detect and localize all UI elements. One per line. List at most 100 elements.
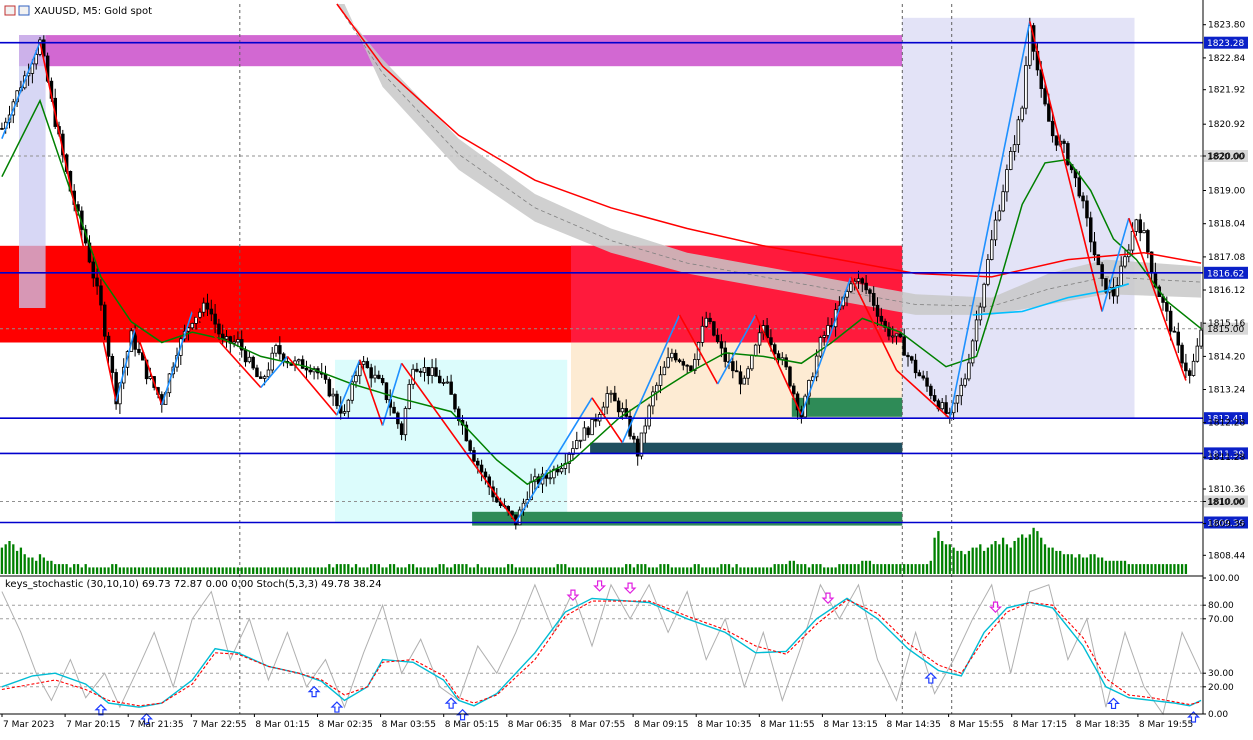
stochastic-layer bbox=[0, 575, 1203, 725]
indicator-label: keys_stochastic (30,10,10) 69.73 72.87 0… bbox=[5, 579, 382, 590]
candle-body bbox=[369, 367, 373, 379]
candle-body bbox=[1130, 230, 1135, 251]
candle-body bbox=[335, 393, 339, 407]
candle bbox=[1066, 141, 1070, 167]
candle-body bbox=[959, 384, 964, 397]
candle bbox=[571, 441, 575, 461]
candle-body bbox=[917, 372, 922, 377]
buy-arrow-icon bbox=[456, 708, 469, 721]
candle-body bbox=[308, 369, 312, 373]
candle-body bbox=[879, 315, 884, 322]
candle-body bbox=[750, 354, 754, 370]
candle-body bbox=[99, 285, 103, 306]
candle bbox=[1195, 338, 1200, 363]
candle-body bbox=[715, 334, 720, 343]
candle bbox=[1138, 213, 1143, 242]
sell-arrow-icon bbox=[623, 582, 637, 594]
y-tick-label: 1823.80 bbox=[1208, 21, 1245, 31]
candle-body bbox=[1149, 251, 1154, 273]
candle-body bbox=[1119, 265, 1123, 287]
window-icons[interactable] bbox=[4, 5, 30, 16]
candle-body bbox=[894, 333, 899, 337]
candle-body bbox=[422, 366, 427, 373]
candle-body bbox=[1180, 344, 1184, 364]
y-tick-label: 1809.36 bbox=[1208, 520, 1245, 530]
candle-body bbox=[0, 127, 4, 130]
candle-body bbox=[578, 439, 583, 442]
candle-body bbox=[441, 381, 446, 384]
candle-body bbox=[970, 340, 975, 364]
candle-body bbox=[278, 345, 282, 355]
candle-body bbox=[297, 359, 301, 362]
candle-body bbox=[327, 379, 332, 397]
level-tag: 1816.62 bbox=[1207, 269, 1244, 279]
candle-body bbox=[255, 367, 259, 378]
candle bbox=[1180, 342, 1184, 369]
candle-body bbox=[590, 418, 594, 436]
x-tick-label: 8 Mar 15:55 bbox=[950, 720, 1004, 730]
candle bbox=[255, 364, 259, 378]
candle-body bbox=[1199, 329, 1203, 347]
candle-body bbox=[1085, 200, 1089, 219]
candle-body bbox=[137, 348, 141, 354]
candle-body bbox=[997, 210, 1002, 221]
candle-body bbox=[940, 402, 945, 410]
chart-bars-icon[interactable] bbox=[18, 5, 30, 16]
chart-root[interactable]: 1823.28 1816.62 1812.41 1811.39 1809.39 1820.… bbox=[0, 0, 1253, 736]
candle-body bbox=[380, 377, 385, 384]
candle bbox=[586, 426, 590, 438]
candle bbox=[1187, 368, 1192, 384]
candle bbox=[582, 421, 587, 441]
candle-body bbox=[1165, 301, 1169, 312]
candle bbox=[578, 439, 583, 449]
zone-demand bbox=[472, 511, 903, 526]
chart-list-icon[interactable] bbox=[4, 5, 16, 16]
candle-body bbox=[575, 440, 579, 449]
candle-body bbox=[559, 467, 564, 473]
candle-body bbox=[475, 460, 480, 466]
candle-body bbox=[407, 383, 411, 409]
candle bbox=[575, 431, 579, 450]
candle-body bbox=[990, 239, 994, 260]
candle-body bbox=[818, 337, 823, 357]
candle bbox=[590, 418, 594, 436]
candle bbox=[316, 366, 320, 380]
y-tick-label: 1816.12 bbox=[1208, 286, 1245, 296]
candle bbox=[788, 365, 792, 388]
candle-body bbox=[342, 411, 347, 414]
candle-body bbox=[1092, 241, 1097, 256]
x-tick-label: 8 Mar 18:35 bbox=[1076, 720, 1130, 730]
candle-body bbox=[1077, 177, 1082, 197]
chart-canvas[interactable]: 1823.281816.621812.411811.391809.391820.… bbox=[0, 0, 1253, 736]
y-tick-label: 1813.24 bbox=[1208, 386, 1245, 396]
candle bbox=[1020, 105, 1024, 123]
candle-body bbox=[479, 464, 484, 473]
candle bbox=[1142, 222, 1146, 234]
y-tick-label: 1817.08 bbox=[1208, 253, 1245, 263]
buy-arrow-icon bbox=[307, 685, 321, 698]
candle-body bbox=[392, 406, 396, 414]
candle-body bbox=[1009, 150, 1013, 170]
candle-body bbox=[205, 302, 210, 310]
candle bbox=[643, 417, 648, 444]
candle-body bbox=[258, 376, 263, 379]
candle-body bbox=[354, 375, 358, 383]
candle-body bbox=[247, 356, 252, 363]
stoch-y-tick-label: 70.00 bbox=[1208, 615, 1234, 625]
candle-body bbox=[262, 376, 267, 379]
y-tick-label: 1810.36 bbox=[1208, 485, 1245, 495]
candle-body bbox=[198, 311, 202, 318]
stoch-y-tick-label: 100.00 bbox=[1208, 574, 1240, 584]
candle-body bbox=[365, 361, 370, 369]
candle bbox=[632, 432, 636, 444]
candle-body bbox=[1047, 103, 1051, 122]
candle-body bbox=[872, 292, 876, 306]
zones-layer bbox=[0, 17, 1135, 526]
candle bbox=[274, 343, 278, 357]
candle-body bbox=[201, 302, 206, 313]
x-tick-label: 8 Mar 06:35 bbox=[508, 720, 562, 730]
candle-body bbox=[483, 471, 488, 478]
y-tick-label: 1822.84 bbox=[1208, 54, 1245, 64]
candle-body bbox=[331, 393, 335, 397]
candle bbox=[1184, 353, 1188, 379]
